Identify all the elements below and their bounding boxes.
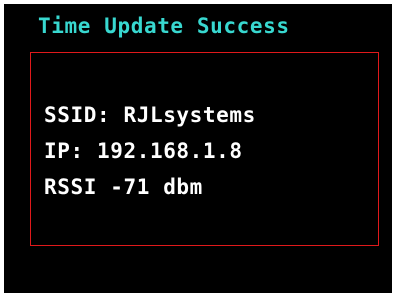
ip-address-text: IP: 192.168.1.8 [44, 139, 243, 163]
rssi-text: RSSI -71 dbm [44, 175, 203, 199]
network-info-box: SSID: RJLsystems IP: 192.168.1.8 RSSI -7… [30, 52, 379, 246]
ssid-text: SSID: RJLsystems [44, 103, 256, 127]
status-title: Time Update Success [38, 14, 290, 38]
display-screen: Time Update Success SSID: RJLsystems IP:… [4, 4, 392, 293]
